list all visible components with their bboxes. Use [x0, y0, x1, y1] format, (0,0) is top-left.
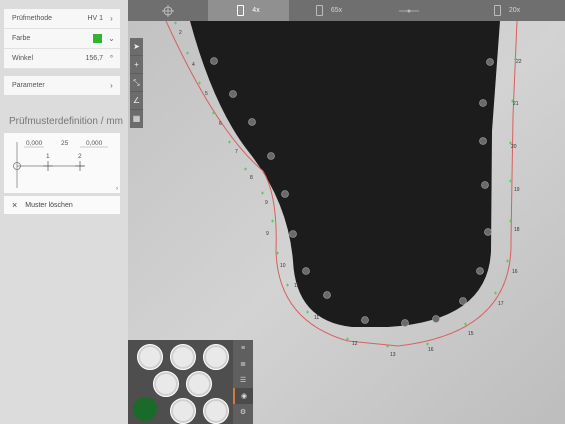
point-label: 6 [219, 121, 222, 127]
svg-text:›: › [116, 186, 118, 192]
pattern-definition-card[interactable]: › 0,000 25 0,000 1 2 [4, 133, 120, 193]
objective-slot[interactable] [203, 344, 229, 370]
angle-tool-button[interactable]: ∠ [130, 92, 143, 110]
delete-pattern-label: Muster löschen [25, 201, 73, 209]
active-objective-icon[interactable] [133, 397, 157, 421]
turret-icon: ◉ [240, 393, 248, 400]
line-icon [399, 9, 419, 12]
point-label: 12 [352, 341, 358, 347]
top-toolbar: 4x 65x 20x [128, 0, 565, 21]
point-label: 5 [205, 91, 208, 97]
point-label: 19 [514, 187, 520, 193]
objective-20x-button[interactable]: 20x [449, 0, 565, 21]
list-icon: ☰ [239, 377, 247, 384]
objective-slot[interactable] [170, 398, 196, 424]
measure-tool-button[interactable]: ⤡ [130, 74, 143, 92]
test-method-value: HV 1 [87, 15, 103, 22]
settings-button[interactable]: ⚙ [233, 404, 253, 420]
pan-tool-button[interactable]: + [130, 56, 143, 74]
turret-toggle-button[interactable]: ◉ [233, 388, 253, 404]
point-label: 17 [498, 301, 504, 307]
chevron-down-icon: ⌄ [108, 34, 115, 43]
measure-icon: ⤡ [133, 77, 140, 87]
objective-icon [493, 5, 501, 16]
color-label: Farbe [12, 35, 31, 42]
point-label: 16 [512, 269, 518, 275]
line-tool-button[interactable] [369, 0, 449, 21]
point-label: 4 [192, 62, 195, 68]
angle-value[interactable]: 156,7 [85, 55, 103, 62]
objective-icon [315, 5, 323, 16]
objective-65x-label: 65x [330, 7, 343, 14]
point-label: 7 [235, 149, 238, 155]
crosshair-button[interactable] [128, 0, 208, 21]
parameter-label: Parameter [12, 82, 45, 89]
pointer-icon: ➤ [133, 42, 140, 51]
layers-icon: ≡ [240, 344, 246, 352]
view-tool-strip: ➤ + ⤡ ∠ ▦ [130, 38, 143, 128]
objective-4x-label: 4x [252, 7, 260, 14]
properties-card: Prüfmethode HV 1 › Farbe ⌄ Winkel 156,7 … [4, 9, 120, 69]
angle-row[interactable]: Winkel 156,7 ° [4, 49, 120, 69]
point-label: 2 [179, 30, 182, 36]
point-label: 16 [428, 347, 434, 353]
def-end-value[interactable]: 0,000 [86, 140, 102, 147]
objective-65x-button[interactable]: 65x [289, 0, 369, 21]
point-label: 9 [265, 200, 268, 206]
point-label: 8 [250, 175, 253, 181]
point-label: 13 [390, 352, 396, 358]
point-label: 22 [516, 59, 522, 65]
angle-icon: ∠ [132, 96, 141, 105]
crosshair-icon [162, 4, 174, 17]
point-label: 21 [513, 101, 519, 107]
point-label: 18 [514, 227, 520, 233]
test-method-label: Prüfmethode [12, 15, 53, 22]
objective-slot[interactable] [153, 371, 179, 397]
list-button[interactable]: ☰ [233, 372, 253, 388]
objective-slot[interactable] [137, 344, 163, 370]
close-icon: × [12, 200, 18, 210]
def-spacing-value[interactable]: 25 [61, 140, 68, 147]
def-start-value[interactable]: 0,000 [26, 140, 42, 147]
def-point-number: 2 [78, 153, 82, 160]
color-swatch[interactable] [93, 34, 102, 43]
chevron-right-icon: › [110, 81, 113, 90]
objective-slot[interactable] [170, 344, 196, 370]
test-method-row[interactable]: Prüfmethode HV 1 › [4, 9, 120, 29]
chevron-right-icon: › [110, 14, 113, 23]
point-label: 15 [468, 331, 474, 337]
parameter-row[interactable]: Parameter › [4, 76, 120, 95]
angle-unit: ° [109, 54, 114, 63]
parameter-card[interactable]: Parameter › [4, 76, 120, 95]
objective-icon [237, 5, 245, 16]
stack-button[interactable]: ≣ [233, 356, 253, 372]
turret-side-toolbar: ≡ ≣ ☰ ◉ ⚙ [233, 340, 253, 424]
layers-button[interactable]: ≡ [233, 340, 253, 356]
objective-slot[interactable] [186, 371, 212, 397]
properties-panel: Prüfmethode HV 1 › Farbe ⌄ Winkel 156,7 … [0, 0, 129, 424]
gear-icon: ⚙ [239, 409, 247, 416]
point-label: 9 [266, 231, 269, 237]
grid-icon: ▦ [132, 114, 141, 123]
pointer-tool-button[interactable]: ➤ [130, 38, 143, 56]
point-label: 11 [314, 315, 319, 321]
def-point-number: 1 [46, 153, 50, 160]
grid-tool-button[interactable]: ▦ [130, 110, 143, 127]
point-label: 10 [280, 263, 286, 269]
point-label: 11 [294, 283, 299, 289]
color-row[interactable]: Farbe ⌄ [4, 29, 120, 49]
point-label: 20 [511, 144, 517, 150]
objective-20x-label: 20x [508, 7, 521, 14]
plus-icon: + [134, 60, 139, 69]
angle-label: Winkel [12, 55, 34, 62]
objective-slot[interactable] [203, 398, 229, 424]
definition-title: Prüfmusterdefinition / mm [9, 116, 123, 127]
stack-icon: ≣ [240, 361, 246, 368]
delete-pattern-button[interactable]: × Muster löschen [4, 196, 120, 214]
objective-4x-button[interactable]: 4x [208, 0, 289, 21]
